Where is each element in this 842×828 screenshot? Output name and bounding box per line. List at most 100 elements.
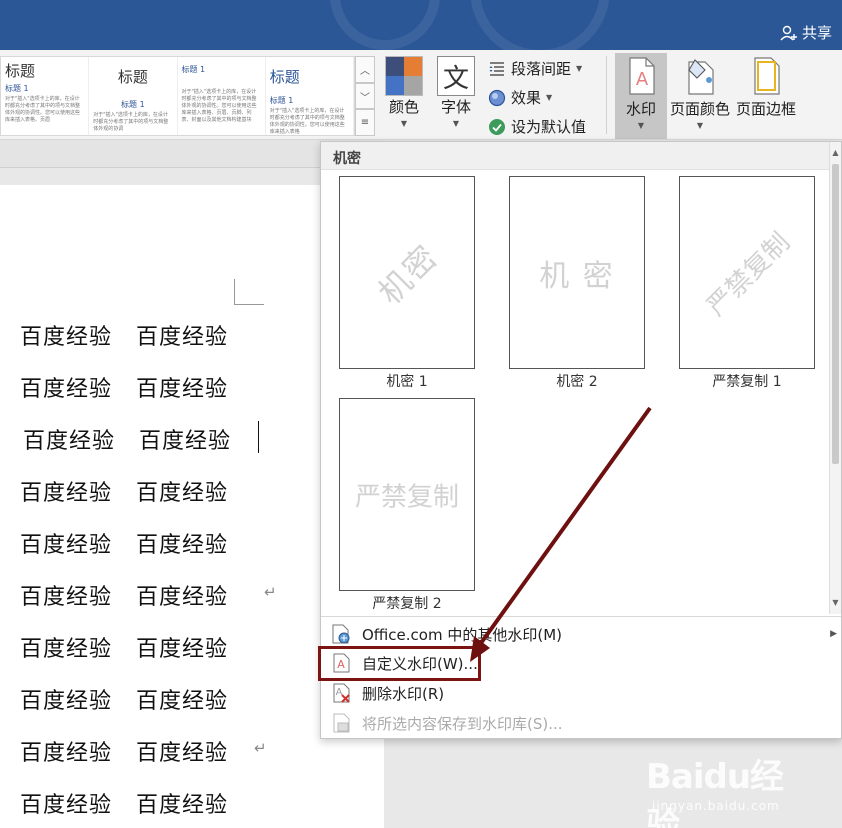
set-default-button[interactable]: 设为默认值 xyxy=(488,116,586,137)
caret-down-icon: ▼ xyxy=(400,119,408,128)
more-watermarks-label: Office.com 中的其他水印(M) xyxy=(362,625,563,644)
chevron-right-icon: ▶ xyxy=(830,629,837,639)
text-line: 百度经验 百度经验 xyxy=(20,689,229,714)
svg-text:A: A xyxy=(636,69,649,90)
page-border-button[interactable]: 页面边框 xyxy=(734,56,798,119)
page-color-icon xyxy=(688,59,714,95)
watermark-thumb-no-copy-2[interactable]: 严禁复制 xyxy=(339,398,475,591)
style-subtitle: 标题 1 xyxy=(5,84,29,93)
svg-text:A: A xyxy=(336,687,343,698)
paragraph-spacing-label: 段落间距 xyxy=(511,60,572,78)
gallery-down-button[interactable]: ﹀ xyxy=(355,82,375,110)
text-line: 百度经验 百度经验 xyxy=(20,325,229,350)
caret-down-icon: ▼ xyxy=(452,119,460,128)
watermark-thumb-no-copy-1[interactable]: 严禁复制 xyxy=(679,176,815,369)
more-watermarks-menu-item[interactable]: Office.com 中的其他水印(M) ▶ xyxy=(321,620,841,648)
style-title: 标题 xyxy=(269,68,300,86)
paragraph-spacing-button[interactable]: 段落间距 ▼ xyxy=(488,58,582,79)
caret-down-icon: ▼ xyxy=(546,93,553,102)
style-body-text: 对于"插入"选项卡上的库，在设计时都充分考虑了其中的项与文档整体外观的协调性。您… xyxy=(181,89,257,123)
watermark-thumb-confidential-1[interactable]: 机密 xyxy=(339,176,475,369)
design-ribbon: 标题 标题 1 对于"插入"选项卡上的库，在设计时都充分考虑了其中的项与文档整体… xyxy=(0,50,842,140)
watermark-thumb-confidential-2[interactable]: 机 密 xyxy=(509,176,645,369)
remove-watermark-label: 删除水印(R) xyxy=(362,684,445,703)
annotation-highlight-box xyxy=(318,646,481,681)
gallery-scroll: ︿ ﹀ ≡ xyxy=(355,56,375,137)
remove-watermark-icon: A xyxy=(333,683,350,703)
watermark-preview-text: 机密 xyxy=(370,236,446,312)
fonts-label: 字体 xyxy=(440,98,471,116)
scroll-up-icon[interactable]: ▲ xyxy=(830,146,841,160)
title-bar: 共享 xyxy=(0,0,842,50)
style-title: 标题 1 xyxy=(181,65,206,74)
person-add-icon xyxy=(780,25,797,40)
paragraph-spacing-icon xyxy=(489,61,504,76)
color-swatch xyxy=(404,57,422,76)
baidu-jingyan-watermark: Baidu经验 jingyan.baidu.com xyxy=(646,735,806,828)
watermark-thumb-label: 严禁复制 2 xyxy=(372,596,442,612)
style-set-thumb[interactable]: 标题 1 对于"插入"选项卡上的库，在设计时都充分考虑了其中的项与文档整体外观的… xyxy=(178,57,266,135)
style-subtitle: 标题 1 xyxy=(121,100,145,109)
baidu-logo-text: Baidu经验 xyxy=(646,757,784,828)
text-line: 百度经验 百度经验 xyxy=(20,533,229,558)
style-set-thumb[interactable]: 标题 标题 1 对于"插入"选项卡上的库，在设计时都充分考虑了其中的项与文档整体… xyxy=(266,57,354,135)
style-body-text: 对于"插入"选项卡上的库，在设计时都充分考虑了其中的项与文档整体外观的协调性。您… xyxy=(269,108,345,135)
margin-corner-mark xyxy=(234,279,264,305)
style-set-thumb[interactable]: 标题 标题 1 对于"插入"选项卡上的库，在设计时都充分考虑了其中的项与文档整体… xyxy=(1,57,90,135)
style-title: 标题 xyxy=(5,62,36,80)
watermark-label: 水印 xyxy=(625,100,656,118)
style-body-text: 对于"插入"选项卡上的库，在设计时都充分考虑了其中的项与文档整体外观的协调性。您… xyxy=(5,96,81,123)
title-bar-decoration xyxy=(470,0,610,50)
watermark-thumb-label: 机密 2 xyxy=(556,374,598,390)
page-color-label: 页面颜色 xyxy=(669,100,730,118)
save-to-gallery-label: 将所选内容保存到水印库(S)... xyxy=(362,714,563,733)
text-line: 百度经验 百度经验 xyxy=(20,377,229,402)
remove-watermark-menu-item[interactable]: A 删除水印(R) xyxy=(321,679,841,707)
save-to-gallery-menu-item[interactable]: 将所选内容保存到水印库(S)... xyxy=(321,709,841,737)
gallery-more-button[interactable]: ≡ xyxy=(355,109,375,137)
check-circle-icon xyxy=(489,118,505,135)
dropdown-scrollbar[interactable]: ▲ ▼ xyxy=(829,142,841,614)
color-swatch xyxy=(404,76,422,95)
color-swatch xyxy=(386,57,404,76)
set-default-label: 设为默认值 xyxy=(511,118,587,136)
share-label: 共享 xyxy=(801,24,832,42)
watermark-thumb-label: 严禁复制 1 xyxy=(712,374,782,390)
scrollbar-thumb[interactable] xyxy=(832,164,839,464)
font-icon: 文 xyxy=(437,56,475,96)
watermark-button[interactable]: A 水印 ▼ xyxy=(616,56,666,130)
watermark-preview-text: 机 密 xyxy=(539,258,615,294)
watermark-thumb-label: 机密 1 xyxy=(386,374,428,390)
text-cursor xyxy=(258,421,259,453)
office-online-icon xyxy=(332,624,350,644)
style-title: 标题 xyxy=(117,68,148,86)
page-color-button[interactable]: 页面颜色 ▼ xyxy=(668,56,732,130)
scroll-down-icon[interactable]: ▼ xyxy=(830,596,841,610)
baidu-url-text: jingyan.baidu.com xyxy=(652,799,780,813)
paragraph-mark: ↵ xyxy=(254,739,267,757)
page-border-icon xyxy=(754,57,780,95)
ribbon-separator xyxy=(606,56,607,134)
page-border-label: 页面边框 xyxy=(735,100,796,118)
style-set-thumb[interactable]: 标题 标题 1 对于"插入"选项卡上的库，在设计时都充分考虑了其中的项与文档整体… xyxy=(89,57,178,135)
text-line: 百度经验 百度经验 xyxy=(20,793,229,818)
more-icon: ≡ xyxy=(360,117,370,129)
gallery-up-button[interactable]: ︿ xyxy=(355,56,375,83)
text-line: 百度经验 百度经验 xyxy=(23,429,232,454)
colors-button[interactable]: 颜色 ▼ xyxy=(385,56,423,128)
effects-button[interactable]: 效果 ▼ xyxy=(488,87,552,108)
save-to-gallery-icon xyxy=(333,713,350,733)
share-button[interactable]: 共享 xyxy=(780,22,832,43)
color-swatch xyxy=(386,76,404,95)
text-line: 百度经验 百度经验 xyxy=(20,481,229,506)
style-subtitle: 标题 1 xyxy=(269,96,294,105)
menu-separator xyxy=(321,616,841,617)
gallery-section-title: 机密 xyxy=(321,142,833,170)
watermark-preview-text: 严禁复制 xyxy=(354,482,460,512)
caret-down-icon: ▼ xyxy=(696,121,704,130)
text-line: 百度经验 百度经验 xyxy=(20,585,229,610)
watermark-icon: A xyxy=(629,57,655,95)
fonts-button[interactable]: 文 字体 ▼ xyxy=(437,56,475,128)
colors-label: 颜色 xyxy=(388,98,419,116)
paragraph-mark: ↵ xyxy=(264,583,277,601)
